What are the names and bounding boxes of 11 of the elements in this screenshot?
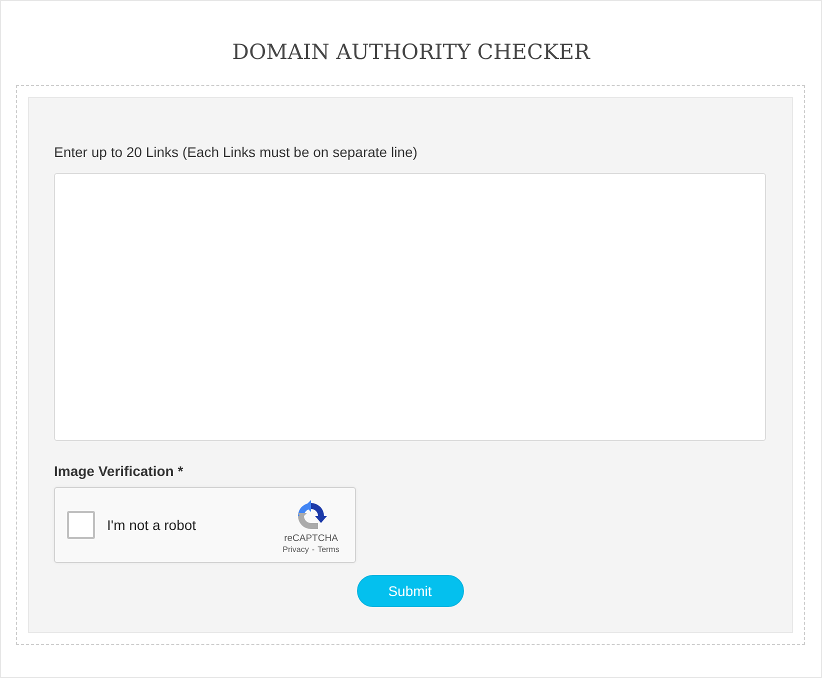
captcha-brand: reCAPTCHA	[284, 532, 338, 544]
captcha-link[interactable]: Terms	[318, 544, 340, 554]
links-textarea[interactable]	[54, 173, 766, 441]
page-title: DOMAIN AUTHORITY CHECKER	[231, 39, 592, 66]
links-label: Enter up to 20 Links (Each Links must be on separate line)	[54, 143, 418, 162]
captcha-link[interactable]: Privacy	[282, 544, 309, 554]
captcha-checkbox[interactable]	[67, 511, 95, 539]
verification-label: Image Verification *	[54, 462, 184, 481]
recycle-arrows-icon	[295, 500, 327, 532]
link-separator: -	[312, 544, 315, 554]
captcha-text: I'm not a robot	[107, 517, 198, 533]
